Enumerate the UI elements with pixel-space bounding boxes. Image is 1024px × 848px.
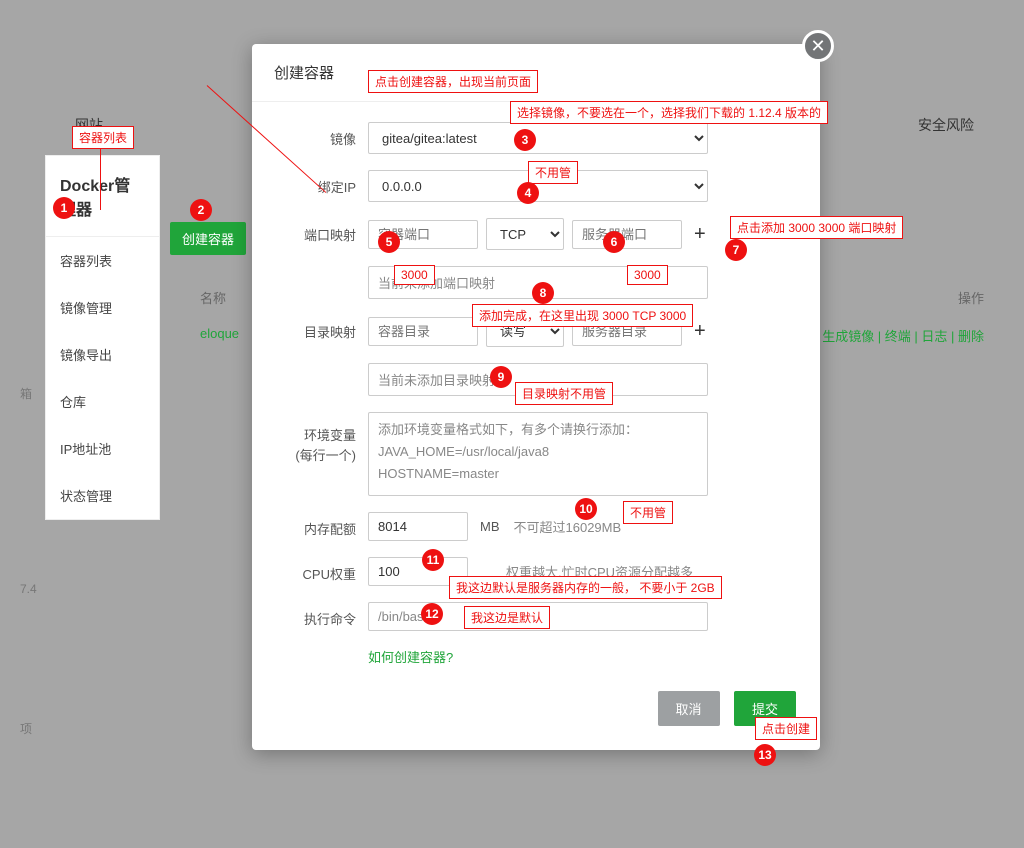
ann-container-list: 容器列表 [72,126,134,149]
ann-click-submit: 点击创建 [755,717,817,740]
server-port-input[interactable] [572,220,682,249]
cancel-button[interactable]: 取消 [658,691,720,726]
ann-line-1 [100,148,101,210]
step-4: 4 [517,182,539,204]
row-name[interactable]: eloque [200,326,239,345]
step-11: 11 [422,549,444,571]
ann-env-ignore: 不用管 [623,501,673,524]
step-3: 3 [514,129,536,151]
step-10: 10 [575,498,597,520]
container-dir-input[interactable] [368,317,478,346]
step-2: 2 [190,199,212,221]
col-ops: 操作 [958,288,984,307]
step-12: 12 [421,603,443,625]
step-6: 6 [603,231,625,253]
step-9: 9 [490,366,512,388]
modal-footer: 取消 提交 [252,677,820,730]
mem-input[interactable] [368,512,468,541]
ann-add-port: 点击添加 3000 3000 端口映射 [730,216,903,239]
ann-port-3000b: 3000 [627,265,668,285]
step-5: 5 [378,231,400,253]
close-icon[interactable]: ✕ [802,30,834,62]
protocol-select[interactable]: TCP [486,218,564,250]
label-image: 镜像 [276,122,356,148]
ann-port-3000a: 3000 [394,265,435,285]
mem-unit: MB [480,519,500,534]
ann-click-create: 点击创建容器，出现当前页面 [368,70,538,93]
bg-text-box: 箱 [20,385,32,402]
ann-port-done: 添加完成，在这里出现 3000 TCP 3000 [472,304,693,327]
ann-choose-image: 选择镜像，不要选在一个，选择我们下载的 1.12.4 版本的 [510,101,828,124]
bg-version-text: 7.4 [20,582,37,596]
sidebar-item-repo[interactable]: 仓库 [46,378,159,425]
bg-tab-security: 安全风险 [918,115,974,135]
label-cpu: CPU权重 [276,557,356,583]
sidebar-item-export[interactable]: 镜像导出 [46,331,159,378]
ann-mem-note: 我这边默认是服务器内存的一般， 不要小于 2GB [449,576,722,599]
how-to-link[interactable]: 如何创建容器? [368,647,453,666]
label-cmd: 执行命令 [276,602,356,628]
env-textarea[interactable] [368,412,708,496]
step-13: 13 [754,744,776,766]
step-1: 1 [53,197,75,219]
ann-ip-ignore: 不用管 [528,161,578,184]
label-env: 环境变量(每行一个) [276,412,356,465]
sidebar-item-images[interactable]: 镜像管理 [46,284,159,331]
step-7: 7 [725,239,747,261]
col-name: 名称 [200,288,226,307]
sidebar-item-ip-pool[interactable]: IP地址池 [46,425,159,472]
sidebar-item-status[interactable]: 状态管理 [46,472,159,519]
ann-cpu-default: 我这边是默认 [464,606,550,629]
label-dir-map: 目录映射 [276,315,356,341]
add-port-icon[interactable]: + [690,223,710,246]
image-select[interactable]: gitea/gitea:latest [368,122,708,154]
row-ops[interactable]: 生成镜像 | 终端 | 日志 | 删除 [822,326,984,345]
mem-hint: 不可超过16029MB [514,517,622,536]
ann-dir-ignore: 目录映射不用管 [515,382,613,405]
label-port-map: 端口映射 [276,218,356,244]
bg-text-item: 项 [20,720,32,737]
step-8: 8 [532,282,554,304]
label-mem: 内存配额 [276,512,356,538]
sidebar-item-containers[interactable]: 容器列表 [46,237,159,284]
bg-create-container-button[interactable]: 创建容器 [170,222,246,255]
